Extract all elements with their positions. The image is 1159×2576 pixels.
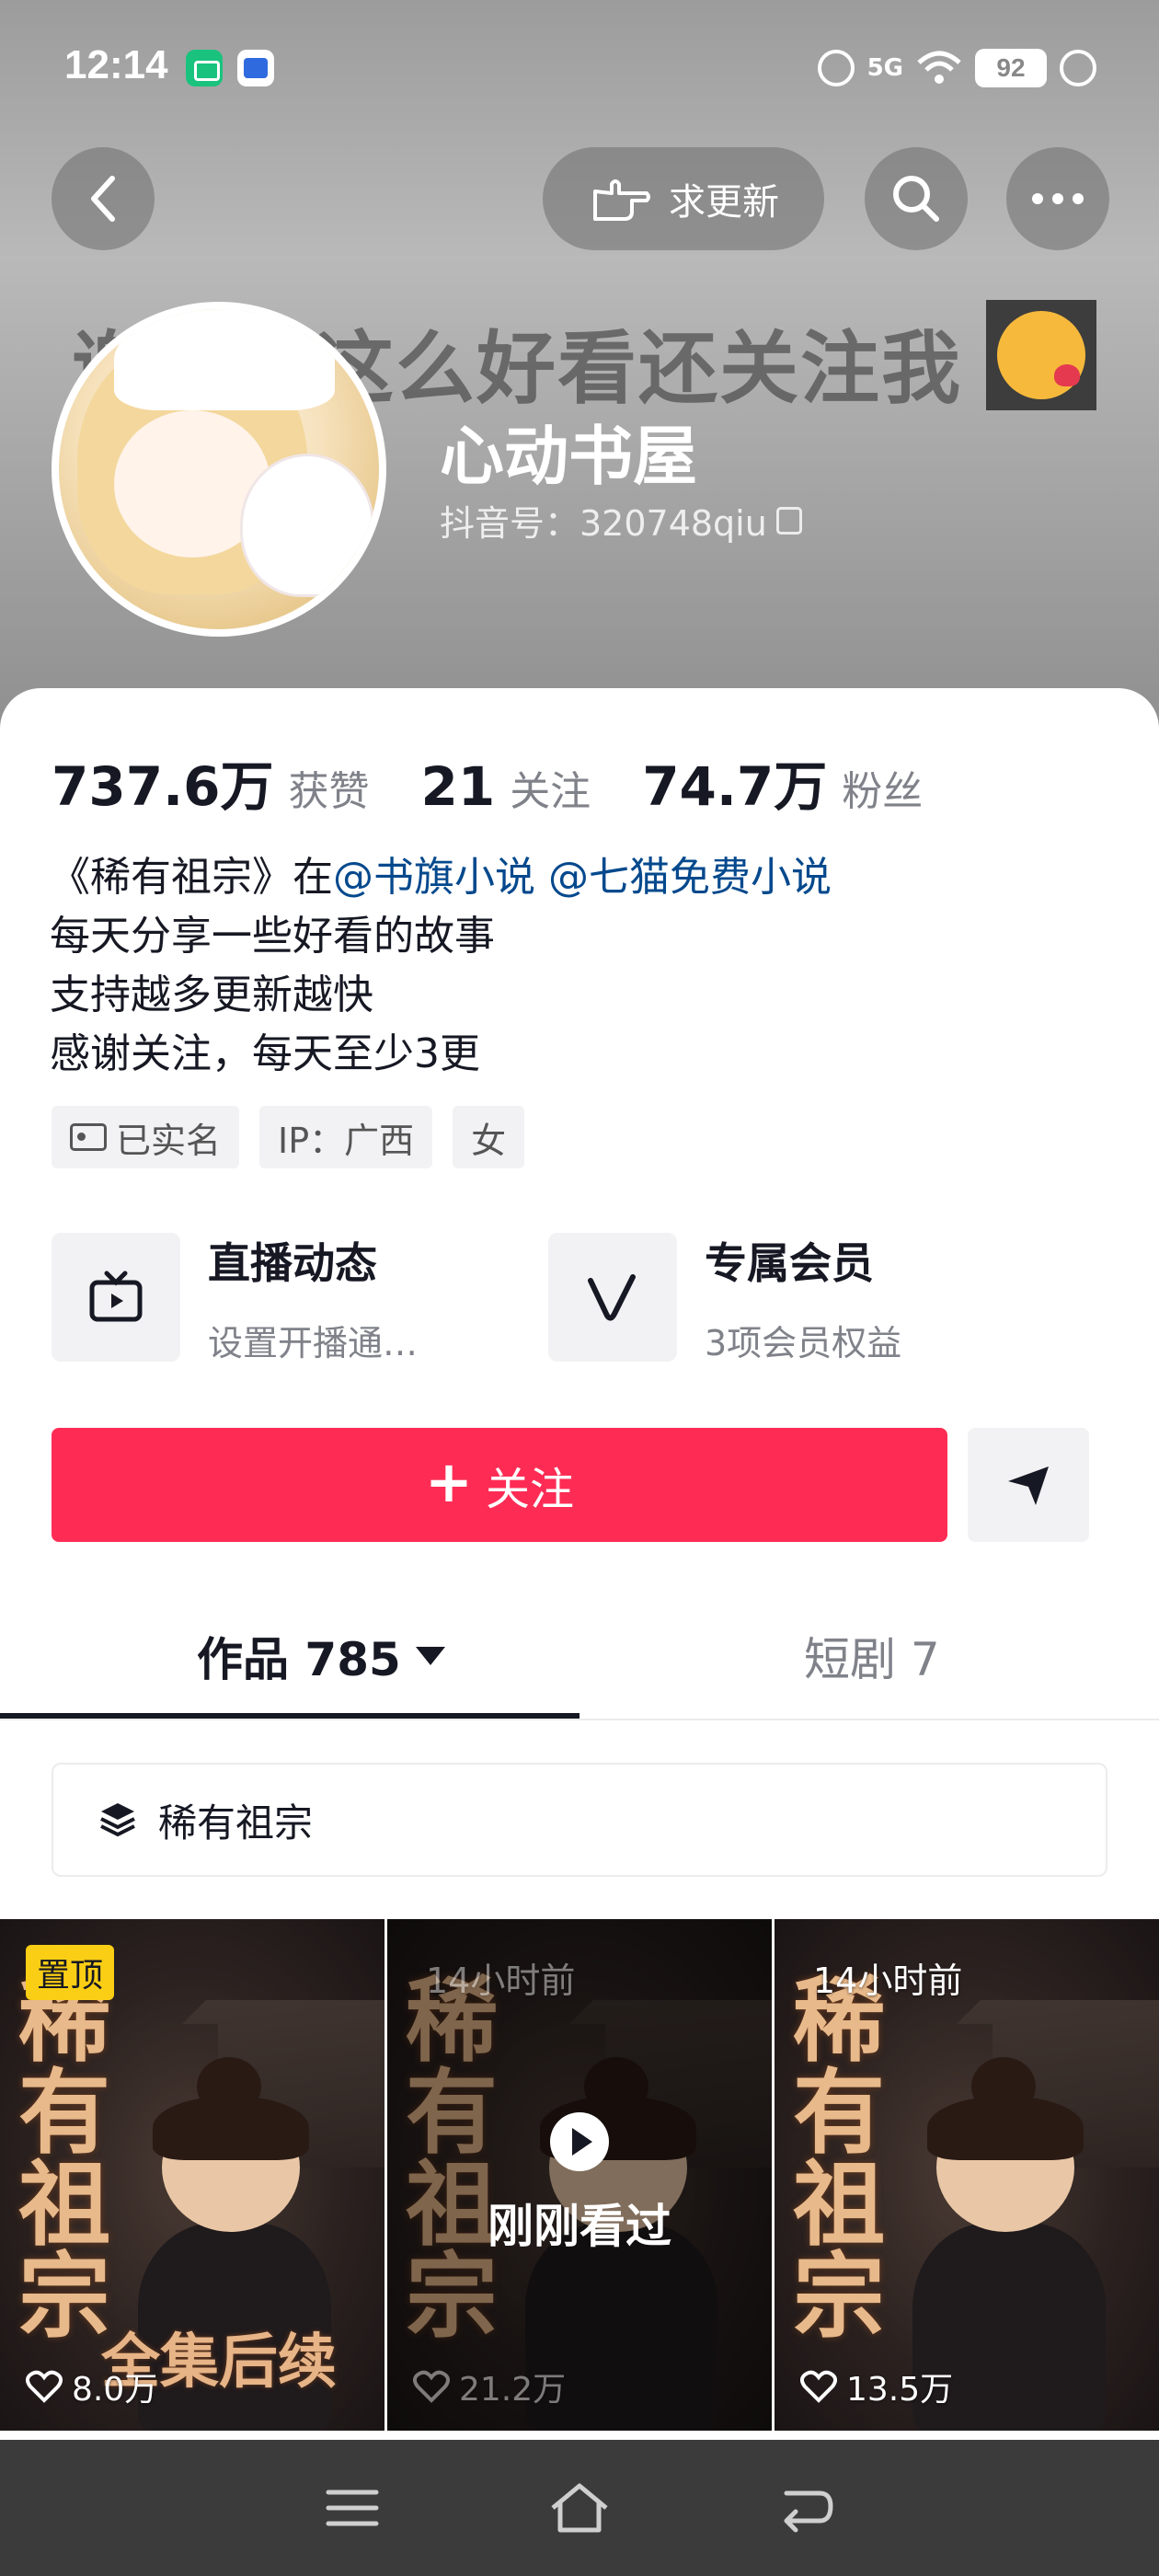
gender-label: 女 xyxy=(471,1120,507,1161)
video-time: 14小时前 xyxy=(813,1961,963,2001)
follow-button[interactable]: + 关注 xyxy=(52,1428,947,1542)
profile-stats: 737.6万 获赞 21 关注 74.7万 粉丝 xyxy=(52,743,974,821)
video-time: 14小时前 xyxy=(426,1961,576,2001)
wifi-icon xyxy=(917,51,961,84)
likes-label: 获赞 xyxy=(288,768,370,815)
recently-watched-overlay: 刚刚看过 xyxy=(387,2112,772,2256)
douyin-id[interactable]: 抖音号：320748qiu xyxy=(440,495,802,546)
vip-membership-entry[interactable]: 专属会员 3项会员权益 xyxy=(548,1233,902,1363)
live-title: 直播动态 xyxy=(208,1237,377,1288)
followers-label[interactable]: 粉丝 xyxy=(842,758,923,817)
tab-short-drama[interactable]: 短剧 7 xyxy=(804,1628,940,1686)
system-navigation-bar xyxy=(0,2440,1159,2576)
verified-label: 已实名 xyxy=(116,1120,222,1161)
following-count[interactable]: 21 xyxy=(420,755,495,818)
system-menu-button[interactable] xyxy=(316,2471,389,2545)
douyin-id-text: 抖音号：320748qiu xyxy=(440,503,767,544)
return-icon xyxy=(784,2490,833,2533)
video-likes: 8.0万 xyxy=(26,2363,157,2410)
recently-watched-label: 刚刚看过 xyxy=(488,2200,671,2253)
heart-icon xyxy=(413,2370,450,2403)
mention-link-shuqi[interactable]: @书旗小说 xyxy=(333,854,535,901)
system-back-button[interactable] xyxy=(770,2471,843,2545)
video-likes: 13.5万 xyxy=(800,2363,953,2410)
tab-works[interactable]: 作品 785 xyxy=(197,1628,445,1686)
tab-drama-label: 短剧 7 xyxy=(804,1633,940,1686)
profile-tags: 已实名 IP：广西 女 xyxy=(52,1106,525,1168)
menu-icon xyxy=(326,2490,379,2526)
video-likes: 21.2万 xyxy=(413,2363,566,2410)
video-card[interactable]: 稀有祖宗 14小时前 刚刚看过 21.2万 xyxy=(387,1919,772,2431)
play-icon xyxy=(550,2112,609,2171)
gender-tag: 女 xyxy=(453,1106,525,1168)
video-cover-title: 稀有祖宗 xyxy=(793,1966,885,2351)
vip-title: 专属会员 xyxy=(705,1237,874,1288)
status-indicators: 5G 92 xyxy=(817,40,1096,96)
vip-subtitle: 3项会员权益 xyxy=(705,1322,902,1363)
live-icon-box xyxy=(52,1233,180,1362)
bio-text: 《稀有祖宗》在 xyxy=(50,854,333,901)
status-time: 12:14 xyxy=(64,42,168,87)
bio-line-1: 《稀有祖宗》在@书旗小说 @七猫免费小说 xyxy=(50,848,832,907)
search-button[interactable] xyxy=(865,147,968,250)
follow-label: 关注 xyxy=(485,1464,574,1515)
likes-count: 737.6万 xyxy=(52,755,274,818)
tab-works-label: 作品 785 xyxy=(197,1633,401,1686)
ip-label: IP：广西 xyxy=(278,1120,415,1161)
alarm-icon xyxy=(817,50,855,86)
charging-icon xyxy=(1060,50,1096,86)
video-card[interactable]: 稀有祖宗 全集后续 置顶 8.0万 xyxy=(0,1919,384,2431)
video-likes-count: 8.0万 xyxy=(72,2371,158,2409)
heart-icon xyxy=(26,2370,63,2403)
pinned-badge: 置顶 xyxy=(26,1945,115,2000)
video-cover-title: 稀有祖宗 xyxy=(18,1966,110,2351)
copy-icon[interactable] xyxy=(775,506,802,535)
bio-line-2: 每天分享一些好看的故事 xyxy=(50,913,495,960)
layers-icon xyxy=(100,1803,135,1837)
video-card[interactable]: 稀有祖宗 14小时前 13.5万 xyxy=(775,1919,1159,2431)
video-likes-count: 13.5万 xyxy=(846,2371,954,2409)
home-icon xyxy=(551,2483,608,2533)
send-icon xyxy=(1008,1466,1049,1505)
dropdown-triangle-icon[interactable] xyxy=(415,1647,445,1665)
back-arrow-icon xyxy=(91,176,115,222)
system-home-button[interactable] xyxy=(543,2471,616,2545)
bio-line-3: 支持越多更新越快 xyxy=(50,972,373,1018)
pointing-hand-icon xyxy=(593,179,650,221)
video-likes-count: 21.2万 xyxy=(459,2371,567,2409)
live-subtitle: 设置开播通… xyxy=(208,1322,419,1363)
live-updates-entry[interactable]: 直播动态 设置开播通… xyxy=(52,1233,419,1363)
tv-icon xyxy=(89,1271,143,1322)
more-dots-icon xyxy=(1032,193,1084,204)
v-icon xyxy=(588,1274,636,1321)
chat-app-notification-icon xyxy=(186,50,223,86)
tab-divider xyxy=(0,1719,1159,1720)
collection-entry[interactable]: 稀有祖宗 xyxy=(52,1763,1107,1877)
back-button[interactable] xyxy=(52,147,155,250)
avatar[interactable] xyxy=(52,302,386,637)
more-button[interactable] xyxy=(1006,147,1109,250)
vip-icon-box xyxy=(548,1233,677,1362)
verified-tag[interactable]: 已实名 xyxy=(52,1106,240,1168)
share-button[interactable] xyxy=(968,1428,1089,1542)
plus-icon: + xyxy=(425,1448,473,1515)
following-label[interactable]: 关注 xyxy=(510,758,591,817)
battery-indicator: 92 xyxy=(975,49,1047,87)
signal-icon: 5G xyxy=(866,54,903,82)
bio-line-4: 感谢关注，每天至少3更 xyxy=(50,1030,480,1077)
message-app-notification-icon xyxy=(237,50,274,86)
ip-tag: IP：广西 xyxy=(259,1106,433,1168)
kiss-emoji-icon xyxy=(986,300,1096,410)
search-icon xyxy=(893,176,939,222)
heart-icon xyxy=(800,2370,837,2403)
status-bar: 12:14 5G 92 xyxy=(0,0,1159,138)
mention-link-qimao[interactable]: @七猫免费小说 xyxy=(548,854,832,901)
profile-name: 心动书屋 xyxy=(440,419,697,494)
collection-label: 稀有祖宗 xyxy=(158,1800,314,1846)
followers-count[interactable]: 74.7万 xyxy=(642,743,827,821)
id-card-icon xyxy=(70,1123,107,1151)
bio: 《稀有祖宗》在@书旗小说 @七猫免费小说 每天分享一些好看的故事 支持越多更新越… xyxy=(50,848,832,1084)
request-update-label: 求更新 xyxy=(669,181,779,224)
request-update-button[interactable]: 求更新 xyxy=(543,147,824,250)
